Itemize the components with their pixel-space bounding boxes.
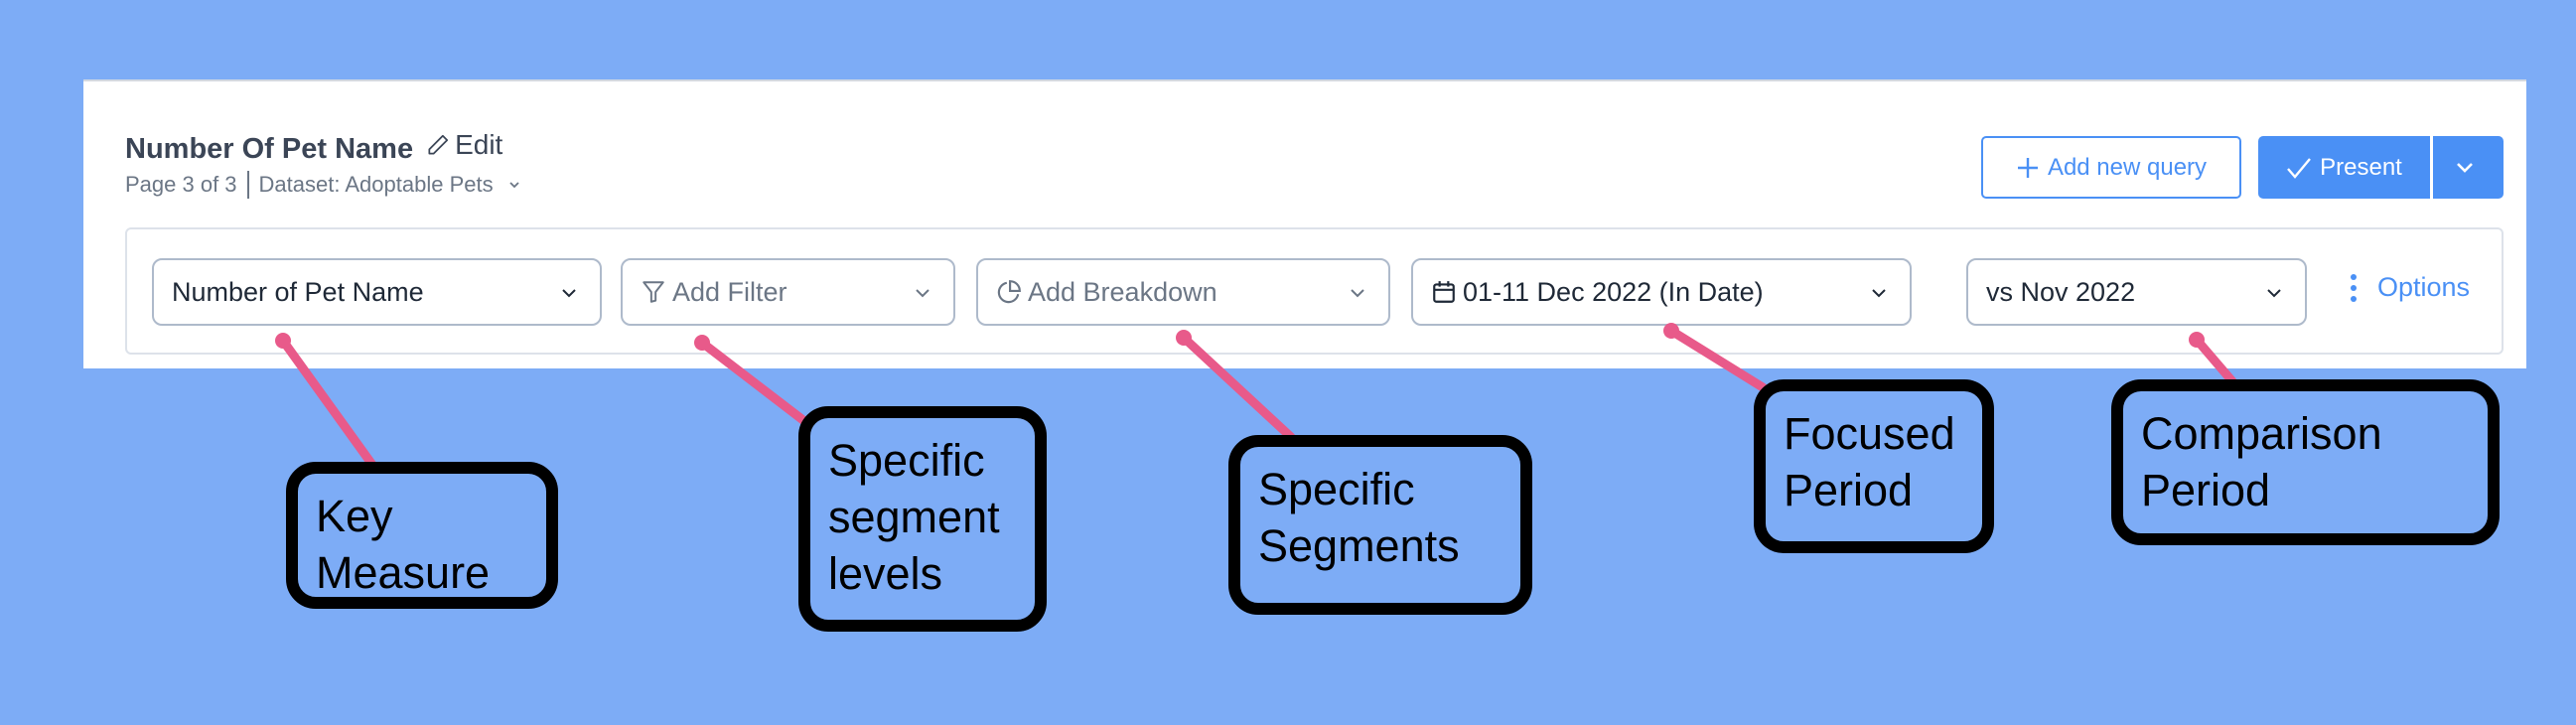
chevron-down-icon: [562, 289, 576, 298]
breakdown-placeholder: Add Breakdown: [1028, 276, 1217, 307]
plus-icon: [2017, 157, 2038, 178]
comparison-value: vs Nov 2022: [1986, 276, 2136, 307]
calendar-icon: [1433, 281, 1455, 303]
date-range-select[interactable]: 01-11 Dec 2022 (In Date): [1411, 258, 1912, 326]
pie-chart-icon: [997, 280, 1021, 304]
chevron-down-icon: [1351, 289, 1364, 298]
present-button[interactable]: Present: [2258, 136, 2430, 199]
breakdown-select[interactable]: Add Breakdown: [976, 258, 1390, 326]
options-button[interactable]: Options: [2346, 272, 2470, 303]
divider: [246, 171, 249, 199]
callout-specific-segment-levels: Specific segment levels: [798, 406, 1047, 632]
comparison-period-select[interactable]: vs Nov 2022: [1966, 258, 2307, 326]
header: Number Of Pet Name Edit: [125, 129, 502, 166]
callout-comparison-period: Comparison Period: [2111, 379, 2500, 545]
callout-key-measure: Key Measure: [286, 462, 558, 609]
filter-select[interactable]: Add Filter: [621, 258, 955, 326]
measure-select[interactable]: Number of Pet Name: [152, 258, 602, 326]
chevron-down-icon: [2267, 289, 2281, 298]
page-info: Page 3 of 3: [125, 172, 237, 197]
present-options-button[interactable]: [2433, 136, 2504, 199]
chevron-down-icon: [508, 182, 519, 189]
edit-button[interactable]: Edit: [425, 129, 502, 161]
page-title: Number Of Pet Name: [125, 133, 414, 165]
add-new-query-label: Add new query: [2047, 153, 2208, 181]
pencil-icon: [428, 134, 449, 155]
options-label: Options: [2377, 272, 2471, 302]
chevron-down-icon: [2456, 162, 2473, 173]
breadcrumb: Page 3 of 3 Dataset: Adoptable Pets: [125, 171, 521, 199]
date-range-value: 01-11 Dec 2022 (In Date): [1463, 276, 1764, 307]
more-vertical-icon: [2351, 273, 2357, 302]
check-icon: [2287, 157, 2312, 179]
dataset-selector[interactable]: Dataset: Adoptable Pets: [259, 172, 521, 198]
chevron-down-icon: [1872, 289, 1886, 298]
chevron-down-icon: [916, 289, 930, 298]
present-label: Present: [2320, 153, 2402, 181]
filter-icon: [643, 281, 664, 303]
measure-value: Number of Pet Name: [172, 276, 424, 307]
callout-focused-period: Focused Period: [1754, 379, 1994, 553]
add-new-query-button[interactable]: Add new query: [1981, 136, 2241, 199]
edit-label: Edit: [455, 129, 503, 160]
dataset-label: Dataset: Adoptable Pets: [258, 172, 494, 197]
callout-specific-segments: Specific Segments: [1228, 435, 1532, 615]
filter-placeholder: Add Filter: [672, 276, 787, 307]
